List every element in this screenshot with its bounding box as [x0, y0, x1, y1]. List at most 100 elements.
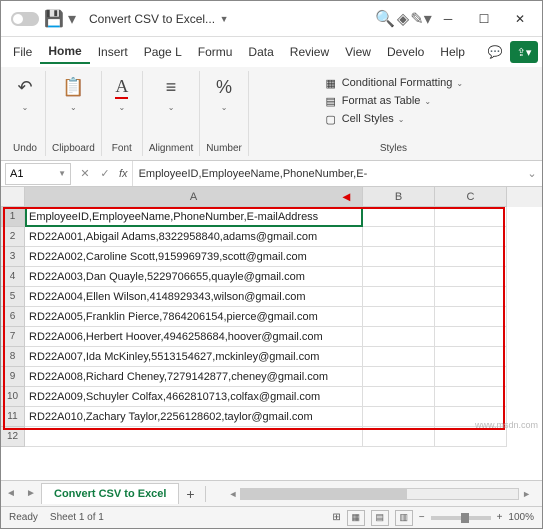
alignment-icon[interactable]: ≡ [157, 73, 185, 101]
format-as-table-button[interactable]: ▤ Format as Table ⌄ [324, 93, 463, 109]
comments-button[interactable]: 💬 [484, 41, 506, 63]
display-settings-icon[interactable]: ⊞ [332, 512, 340, 523]
undo-icon[interactable]: ↶ [11, 73, 39, 101]
row-header[interactable]: 12 [1, 427, 25, 447]
cell[interactable] [363, 267, 435, 287]
cell[interactable] [435, 387, 507, 407]
cell[interactable]: RD22A001,Abigail Adams,8322958840,adams@… [25, 227, 363, 247]
maximize-button[interactable]: ☐ [466, 4, 502, 34]
cell[interactable] [435, 347, 507, 367]
enter-formula-icon[interactable]: ✓ [95, 167, 115, 180]
cell[interactable]: EmployeeID,EmployeeName,PhoneNumber,E-ma… [25, 207, 363, 227]
autosave-toggle[interactable] [5, 12, 45, 26]
add-sheet-button[interactable]: + [179, 486, 201, 502]
tab-developer[interactable]: Develo [379, 41, 432, 63]
page-layout-view-button[interactable]: ▤ [371, 510, 389, 526]
cell[interactable] [435, 207, 507, 227]
tab-help[interactable]: Help [432, 41, 473, 63]
page-break-view-button[interactable]: ▥ [395, 510, 413, 526]
cell[interactable] [363, 367, 435, 387]
tab-page-layout[interactable]: Page L [136, 41, 190, 63]
cell[interactable]: RD22A006,Herbert Hoover,4946258684,hoove… [25, 327, 363, 347]
zoom-out-button[interactable]: − [419, 512, 425, 523]
fx-icon[interactable]: fx [115, 168, 132, 180]
row-header[interactable]: 4 [1, 267, 25, 287]
row-header[interactable]: 10 [1, 387, 25, 407]
row-header[interactable]: 6 [1, 307, 25, 327]
cell[interactable]: RD22A007,Ida McKinley,5513154627,mckinle… [25, 347, 363, 367]
tab-insert[interactable]: Insert [90, 41, 136, 63]
row-header[interactable]: 2 [1, 227, 25, 247]
cell[interactable]: RD22A009,Schuyler Colfax,4662810713,colf… [25, 387, 363, 407]
cell[interactable] [363, 307, 435, 327]
zoom-slider[interactable] [431, 516, 491, 520]
hscroll-track[interactable] [240, 488, 519, 500]
cell[interactable] [435, 367, 507, 387]
name-box[interactable]: A1 ▼ [5, 163, 71, 185]
cell[interactable]: RD22A010,Zachary Taylor,2256128602,taylo… [25, 407, 363, 427]
tab-review[interactable]: Review [282, 41, 337, 63]
minimize-button[interactable]: ─ [430, 4, 466, 34]
cell[interactable] [363, 407, 435, 427]
sheet-tab-active[interactable]: Convert CSV to Excel [41, 483, 179, 504]
cell[interactable] [363, 247, 435, 267]
column-header-c[interactable]: C [435, 187, 507, 207]
cell[interactable] [435, 427, 507, 447]
cell[interactable] [363, 227, 435, 247]
row-header[interactable]: 9 [1, 367, 25, 387]
cell-styles-button[interactable]: ▢ Cell Styles ⌄ [324, 111, 463, 127]
dropdown-qa-icon[interactable]: ▾ [63, 10, 81, 28]
cell[interactable]: RD22A005,Franklin Pierce,7864206154,pier… [25, 307, 363, 327]
tab-view[interactable]: View [337, 41, 379, 63]
cell[interactable] [435, 267, 507, 287]
cell[interactable]: RD22A003,Dan Quayle,5229706655,quayle@gm… [25, 267, 363, 287]
column-header-a[interactable]: A ◂ [25, 187, 363, 207]
cell[interactable]: RD22A002,Caroline Scott,9159969739,scott… [25, 247, 363, 267]
row-header[interactable]: 1 [1, 207, 25, 227]
cell[interactable] [435, 247, 507, 267]
cell[interactable] [363, 347, 435, 367]
row-header[interactable]: 8 [1, 347, 25, 367]
sheet-prev-icon[interactable]: ◄ [1, 488, 21, 499]
cell[interactable] [363, 387, 435, 407]
normal-view-button[interactable]: ▦ [347, 510, 365, 526]
font-icon[interactable]: A [108, 73, 136, 101]
horizontal-scrollbar[interactable]: ◄ ► [225, 488, 534, 500]
select-all-corner[interactable] [1, 187, 25, 207]
cell[interactable] [363, 327, 435, 347]
cell[interactable] [25, 427, 363, 447]
document-title[interactable]: Convert CSV to Excel... [89, 12, 215, 26]
share-button[interactable]: ⇪▾ [510, 41, 538, 63]
tab-home[interactable]: Home [40, 40, 89, 64]
search-icon[interactable]: 🔍 [376, 10, 394, 28]
tab-formulas[interactable]: Formu [190, 41, 241, 63]
cell[interactable] [363, 207, 435, 227]
formula-expand-icon[interactable]: ⌄ [522, 167, 542, 180]
close-button[interactable]: ✕ [502, 4, 538, 34]
cell[interactable] [363, 287, 435, 307]
conditional-formatting-button[interactable]: ▦ Conditional Formatting ⌄ [324, 75, 463, 91]
scroll-right-icon[interactable]: ► [519, 489, 534, 499]
cell[interactable] [363, 427, 435, 447]
scroll-left-icon[interactable]: ◄ [225, 489, 240, 499]
title-dropdown-icon[interactable]: ▼ [215, 10, 233, 28]
row-header[interactable]: 3 [1, 247, 25, 267]
row-header[interactable]: 5 [1, 287, 25, 307]
zoom-level[interactable]: 100% [508, 512, 534, 523]
save-icon[interactable]: 💾 [45, 10, 63, 28]
formula-input[interactable]: EmployeeID,EmployeeName,PhoneNumber,E- [132, 161, 522, 186]
cell[interactable] [435, 327, 507, 347]
zoom-in-button[interactable]: + [497, 512, 503, 523]
cell[interactable] [435, 227, 507, 247]
sheet-next-icon[interactable]: ► [21, 488, 41, 499]
tab-data[interactable]: Data [240, 41, 281, 63]
pen-icon[interactable]: ✎▾ [412, 10, 430, 28]
cell[interactable] [435, 307, 507, 327]
hscroll-thumb[interactable] [241, 489, 407, 499]
column-header-b[interactable]: B [363, 187, 435, 207]
number-icon[interactable]: % [210, 73, 238, 101]
cell[interactable] [435, 287, 507, 307]
tab-file[interactable]: File [5, 41, 40, 63]
cancel-formula-icon[interactable]: ✕ [75, 167, 95, 180]
cell[interactable]: RD22A004,Ellen Wilson,4148929343,wilson@… [25, 287, 363, 307]
